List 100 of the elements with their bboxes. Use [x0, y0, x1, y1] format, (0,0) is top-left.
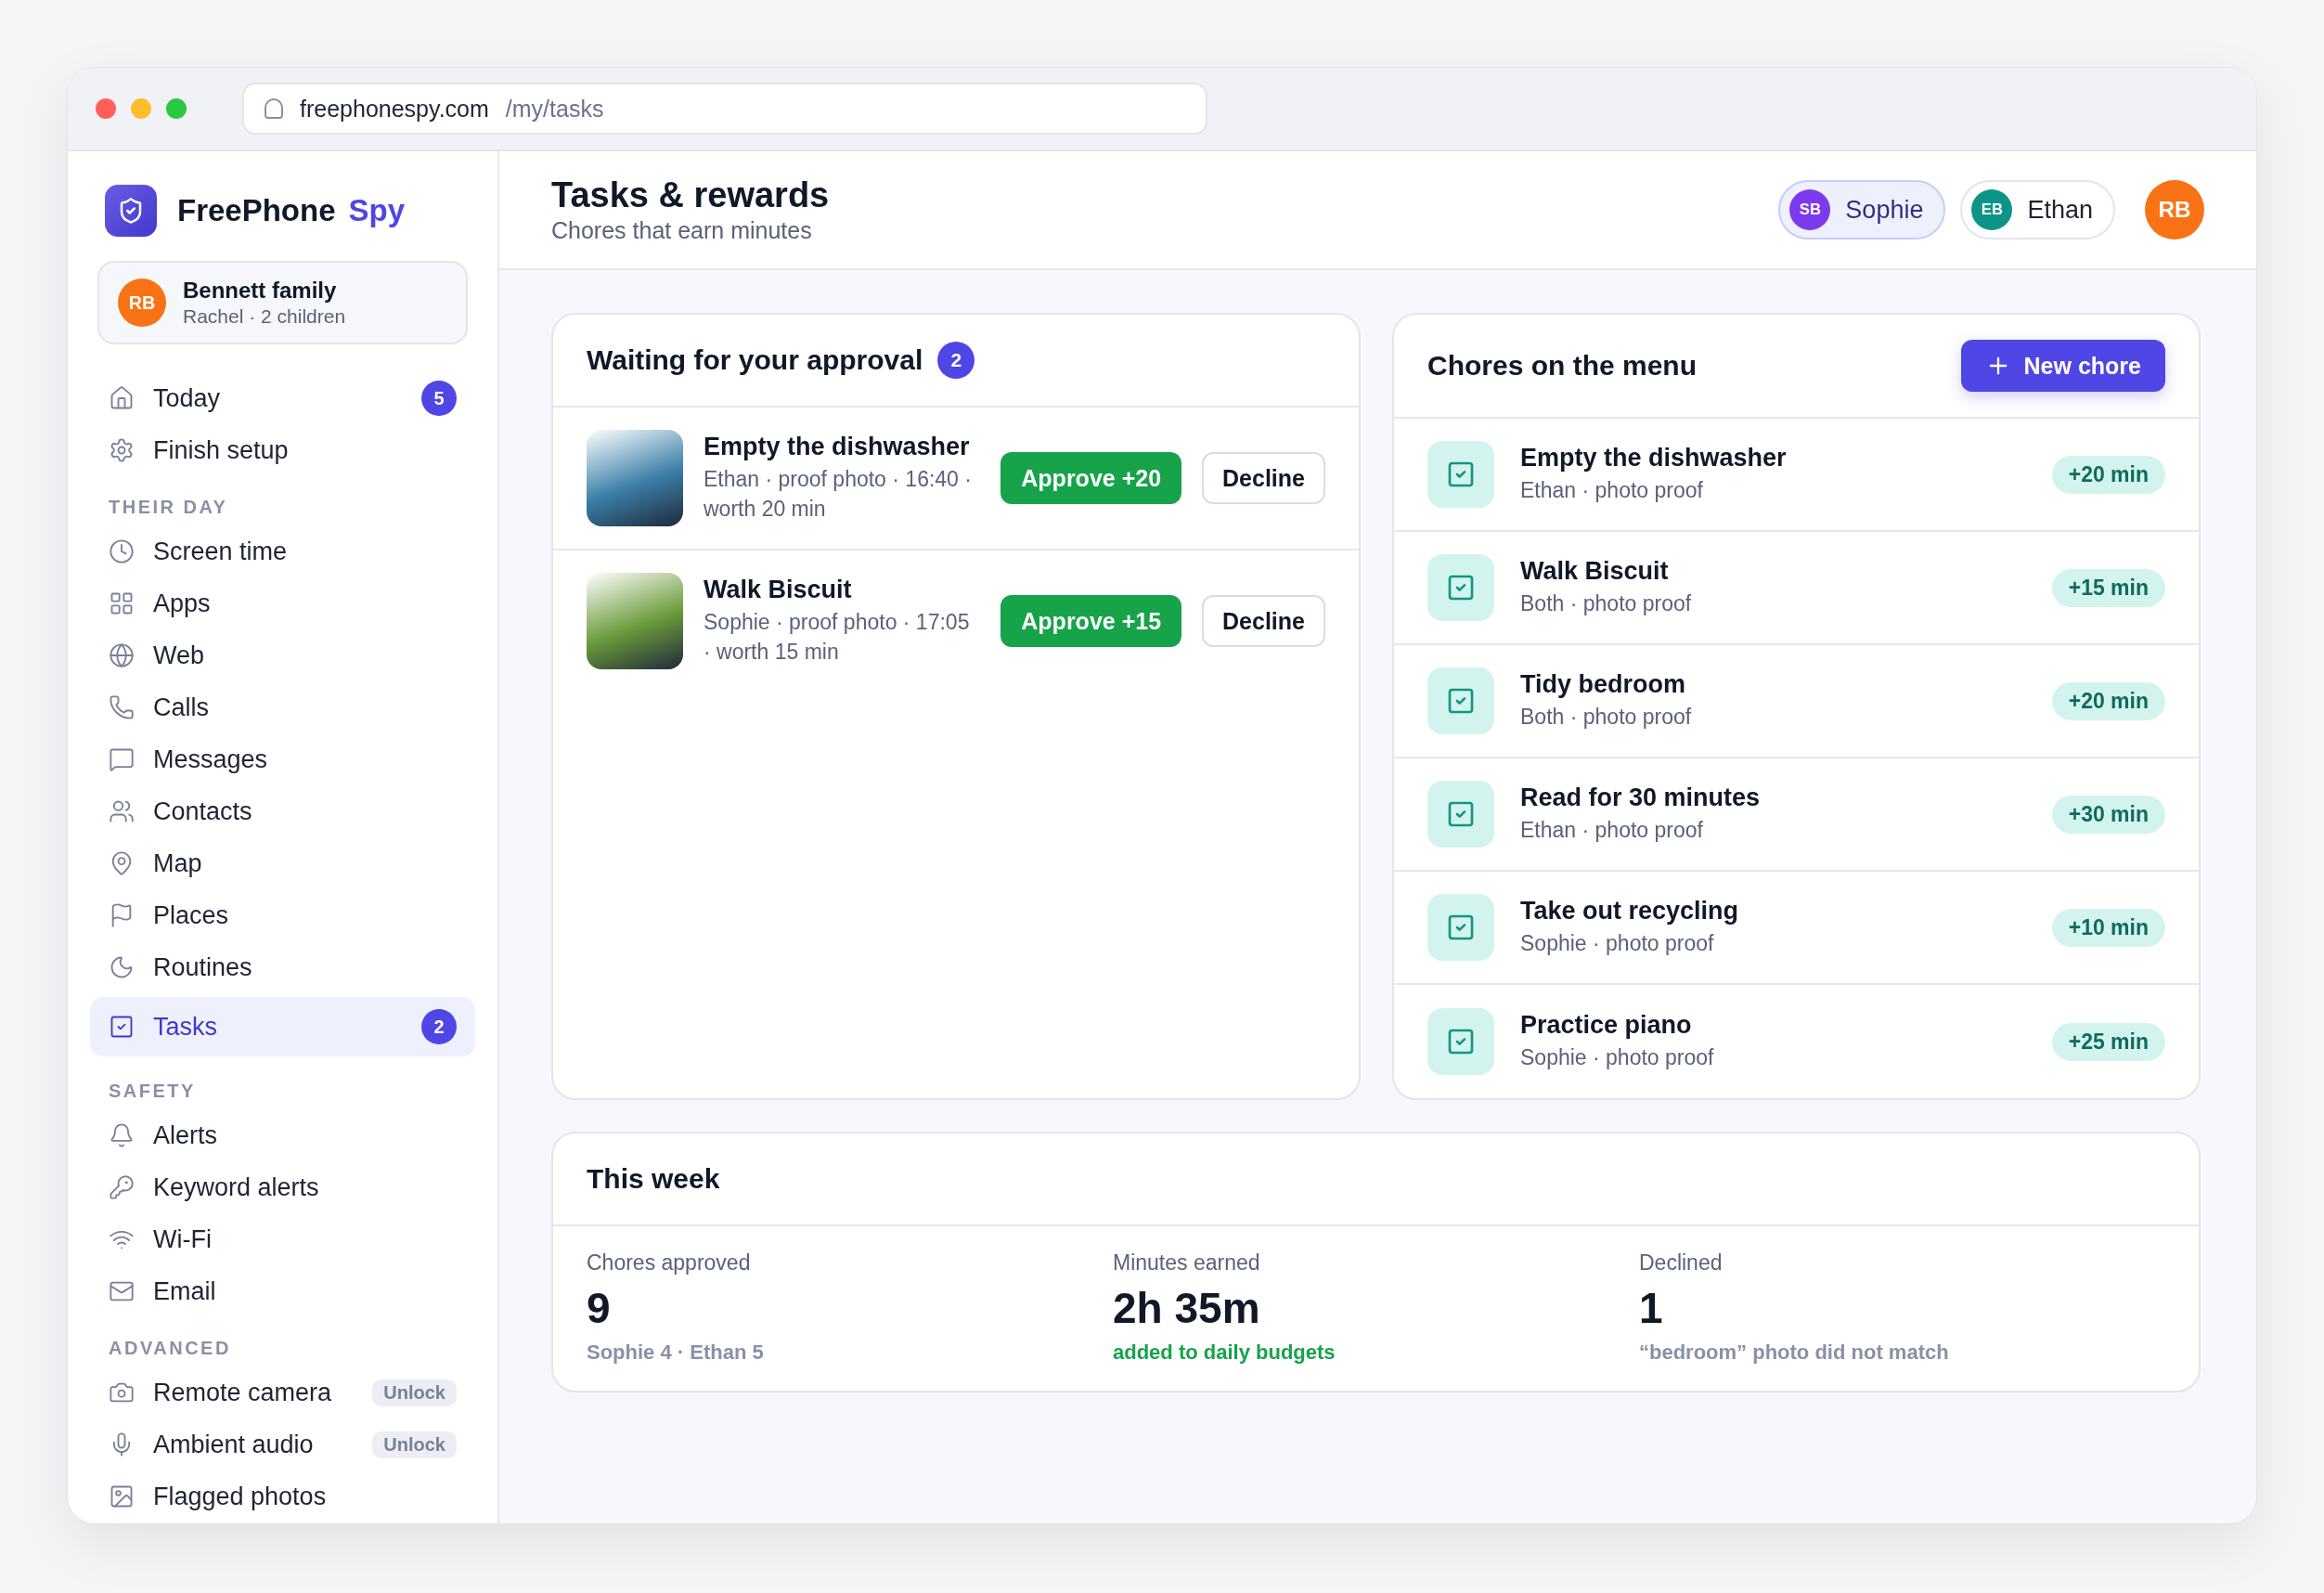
phone-icon: [109, 694, 135, 720]
chore-title: Walk Biscuit: [1520, 556, 1670, 586]
account-detail: Rachel · 2 children: [183, 305, 346, 328]
shield-logo-icon: [105, 185, 157, 237]
nav-item[interactable]: Email: [90, 1265, 475, 1317]
nav-label: Apps: [153, 589, 212, 618]
moon-icon: [109, 954, 135, 980]
image-icon: [109, 1483, 135, 1509]
nav-label: Calls: [153, 693, 210, 722]
nav-item[interactable]: Ambient audio Unlock: [90, 1418, 475, 1470]
nav-label: Remote camera: [153, 1378, 333, 1407]
nav-item[interactable]: Today 5: [90, 372, 475, 424]
settings-icon: [109, 437, 135, 463]
brand-name: FreePhone: [177, 193, 336, 228]
people-icon: [109, 798, 135, 824]
section-heading: ADVANCED: [108, 1337, 232, 1360]
count-badge: 2: [937, 342, 975, 379]
count-badge: 2: [421, 1009, 457, 1044]
minimize-window-button[interactable]: [131, 98, 151, 119]
nav-item[interactable]: Remote camera Unlock: [90, 1366, 475, 1418]
globe-icon: [109, 642, 135, 668]
nav-label: Screen time: [153, 537, 289, 566]
checkbox-icon: [109, 1014, 135, 1040]
reward-pill: +25 min: [2051, 1022, 2165, 1061]
count-badge: 5: [421, 381, 457, 416]
chore-title: Read for 30 minutes: [1520, 783, 1762, 812]
reward-pill: +15 min: [2051, 568, 2165, 607]
child-avatar: SB: [1789, 189, 1831, 230]
checkbox-icon: [1427, 781, 1494, 848]
nav-label: Messages: [153, 745, 269, 774]
child-switch-chip[interactable]: EB Ethan: [1960, 180, 2115, 240]
nav-label: Tasks: [153, 1012, 219, 1042]
nav-label: Routines: [153, 952, 253, 982]
chore-title: Empty the dishwasher: [1520, 443, 1788, 473]
nav-label: Wi-Fi: [153, 1224, 213, 1254]
nav-label: Flagged photos: [153, 1482, 328, 1511]
reward-pill: +20 min: [2051, 681, 2165, 720]
card-title: Waiting for your approval: [587, 344, 923, 376]
nav-item[interactable]: Places: [90, 889, 475, 941]
bell-icon: [109, 1122, 135, 1148]
chat-bubble-icon: [109, 746, 135, 772]
nav-item[interactable]: Contacts: [90, 785, 475, 837]
stat-label: Declined: [1639, 1250, 1724, 1276]
nav-item[interactable]: Routines: [90, 941, 475, 993]
maximize-window-button[interactable]: [166, 98, 187, 119]
nav-label: Today: [153, 383, 222, 413]
grid-icon: [109, 590, 135, 616]
chore-detail: Ethan · photo proof: [1520, 816, 1704, 844]
stat-label: Minutes earned: [1113, 1250, 1261, 1276]
chore-title: Walk Biscuit: [704, 576, 853, 605]
nav-item[interactable]: Messages: [90, 733, 475, 785]
chore-detail: Ethan · photo proof: [1520, 476, 1704, 504]
nav-item[interactable]: Wi-Fi: [90, 1213, 475, 1265]
address-bar[interactable]: freephonespy.com /my/tasks: [242, 83, 1207, 135]
chore-detail: Both · photo proof: [1520, 703, 1693, 731]
chore-detail: Ethan · proof photo · 16:40 · worth 20 min: [704, 466, 973, 523]
nav-item[interactable]: Calls: [90, 681, 475, 733]
url-path: /my/tasks: [505, 95, 604, 123]
checkbox-icon: [1427, 894, 1494, 961]
chore-detail: Both · photo proof: [1520, 589, 1693, 617]
nav-item[interactable]: Tasks 2: [90, 997, 475, 1056]
unlock-tag: Unlock: [372, 1431, 457, 1458]
url-domain: freephonespy.com: [300, 95, 489, 123]
stat-note: Sophie 4 · Ethan 5: [587, 1340, 765, 1365]
nav-label: Email: [153, 1276, 217, 1306]
checkbox-icon: [1427, 441, 1494, 508]
new-chore-button[interactable]: New chore: [1960, 340, 2165, 392]
reward-pill: +10 min: [2051, 908, 2165, 947]
reward-pill: +30 min: [2051, 795, 2165, 834]
section-heading: THEIR DAY: [108, 496, 229, 519]
reward-pill: +20 min: [2051, 455, 2165, 494]
nav-label: Alerts: [153, 1120, 219, 1150]
card-title: This week: [587, 1163, 721, 1195]
nav-item[interactable]: Keyword alerts: [90, 1161, 475, 1213]
site-icon: [265, 98, 283, 119]
close-window-button[interactable]: [96, 98, 116, 119]
child-avatar: EB: [1971, 189, 2013, 230]
chore-detail: Sophie · proof photo · 17:05 · worth 15 min: [704, 609, 971, 666]
nav-label: Map: [153, 848, 203, 878]
nav-item[interactable]: Flagged photos: [90, 1470, 475, 1522]
chore-detail: Sophie · photo proof: [1520, 1043, 1715, 1071]
account-card[interactable]: RB Bennett family Rachel · 2 children: [97, 261, 468, 344]
nav-item[interactable]: Screen time: [90, 525, 475, 577]
home-icon: [109, 385, 135, 411]
stat-value: 2h 35m: [1113, 1283, 1261, 1333]
chore-detail: Sophie · photo proof: [1520, 929, 1715, 957]
page-title: Tasks & rewards: [551, 175, 831, 215]
decline-button[interactable]: Decline: [1202, 452, 1325, 504]
decline-button[interactable]: Decline: [1202, 595, 1325, 647]
nav-item[interactable]: Finish setup: [90, 424, 475, 476]
nav-label: Contacts: [153, 796, 253, 826]
nav-item[interactable]: Alerts: [90, 1109, 475, 1161]
nav-item[interactable]: Map: [90, 837, 475, 889]
key-icon: [109, 1174, 135, 1200]
nav-label: Finish setup: [153, 435, 290, 465]
checkbox-icon: [1427, 554, 1494, 621]
child-switch-chip[interactable]: SB Sophie: [1778, 180, 1946, 240]
account-avatar: RB: [118, 278, 166, 327]
nav-item[interactable]: Web: [90, 629, 475, 681]
nav-item[interactable]: Apps: [90, 577, 475, 629]
